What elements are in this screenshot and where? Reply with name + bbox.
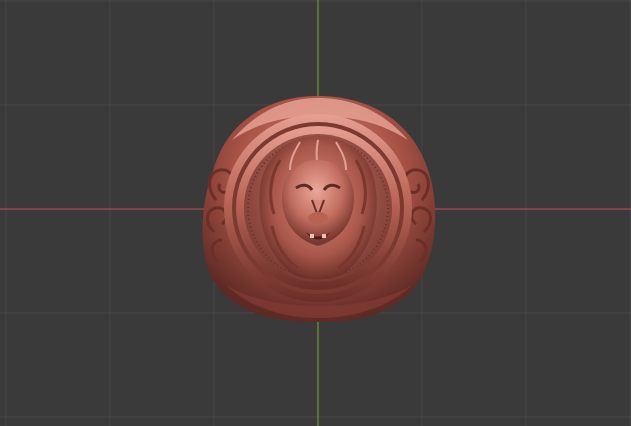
ring-model[interactable] [0,0,631,426]
3d-viewport[interactable] [0,0,631,426]
